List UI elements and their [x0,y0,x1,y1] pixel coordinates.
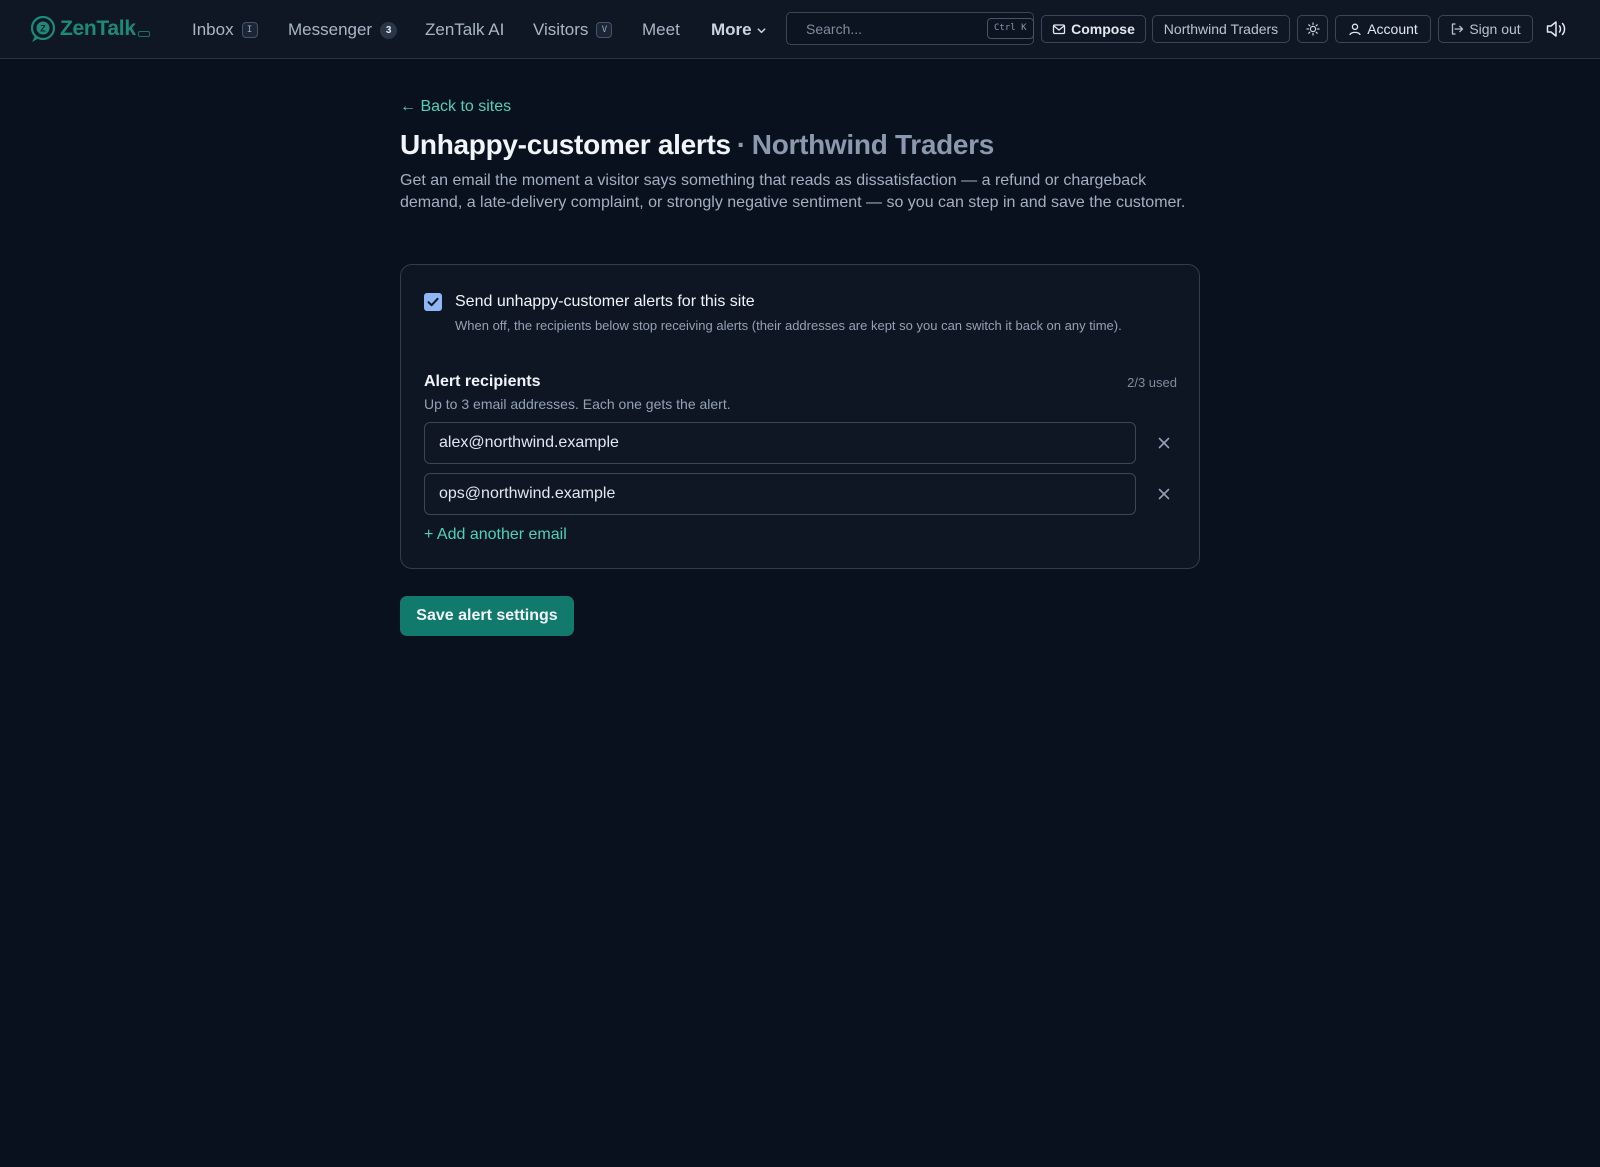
nav-more-label: More [711,20,752,39]
enable-alerts-checkbox[interactable] [424,293,442,311]
speaker-icon[interactable] [1545,19,1567,39]
nav-zentalk-ai[interactable]: ZenTalk AI [425,17,504,43]
nav-visitors-shortcut: V [596,22,613,38]
nav-meet-label: Meet [642,20,680,39]
sign-out-label: Sign out [1469,21,1521,37]
compose-label: Compose [1071,21,1135,37]
nav-messenger-count: 3 [380,21,398,39]
site-switcher-label: Northwind Traders [1163,21,1279,37]
remove-recipient-button[interactable] [1154,484,1174,504]
nav-messenger[interactable]: Messenger 3 [288,17,398,43]
save-alert-settings-button[interactable]: Save alert settings [400,596,574,636]
compose-button[interactable]: Compose [1041,15,1146,43]
alert-settings-card: Send unhappy-customer alerts for this si… [400,264,1200,569]
sign-out-button[interactable]: Sign out [1438,15,1533,43]
nav-visitors[interactable]: Visitors V [533,17,613,43]
recipients-title: Alert recipients [424,373,541,390]
nav-messenger-label: Messenger [288,20,373,39]
nav-more-menu[interactable]: More [711,17,767,43]
remove-recipient-button[interactable] [1154,433,1174,453]
search-input[interactable] [806,13,987,44]
theme-toggle-button[interactable] [1297,15,1328,43]
recipients-count: 2/3 used [1127,375,1177,390]
recipient-row [424,422,1178,464]
recipient-email-input[interactable] [424,473,1136,515]
svg-text:Z: Z [40,24,46,34]
logo-icon: Z [30,15,56,42]
search-shortcut: Ctrl K [987,18,1034,39]
account-label: Account [1367,21,1418,37]
page-title: Unhappy-customer alerts · Northwind Trader… [400,129,994,161]
title-separator: · [736,129,746,160]
recipients-help: Up to 3 email addresses. Each one gets t… [424,396,731,412]
enable-alerts-label[interactable]: Send unhappy-customer alerts for this si… [455,293,755,311]
user-icon [1349,23,1361,36]
recipient-email-input[interactable] [424,422,1136,464]
nav-inbox[interactable]: Inbox I [192,17,258,43]
nav-meet[interactable]: Meet [642,17,680,43]
check-icon [427,297,439,307]
close-icon [1158,437,1170,449]
chevron-down-icon [757,27,766,33]
mail-icon [1052,24,1066,35]
recipient-row [424,473,1178,515]
sun-icon [1305,22,1320,36]
page-title-site: Northwind Traders [751,129,995,160]
enable-alerts-help: When off, the recipients below stop rece… [455,318,1122,333]
sign-out-icon [1452,23,1464,35]
account-button[interactable]: Account [1335,15,1431,43]
brand-logo[interactable]: Z ZenTalk [28,13,150,45]
nav-inbox-label: Inbox [192,20,234,39]
brand-tag [137,31,150,37]
page-description: Get an email the moment a visitor says s… [400,172,1186,211]
nav-visitors-label: Visitors [533,20,589,39]
top-navigation: Z ZenTalk Inbox I Messenger 3 ZenTalk AI… [0,0,1600,59]
back-to-sites-link[interactable]: ← Back to sites [400,98,511,116]
site-switcher-button[interactable]: Northwind Traders [1152,15,1290,43]
brand-name: ZenTalk [60,17,136,40]
nav-inbox-shortcut: I [241,22,258,38]
nav-ai-label: ZenTalk AI [425,20,505,39]
add-email-button[interactable]: + Add another email [424,526,567,544]
global-search: Ctrl K [786,12,1034,45]
page-title-text: Unhappy-customer alerts [400,129,731,160]
close-icon [1158,488,1170,500]
